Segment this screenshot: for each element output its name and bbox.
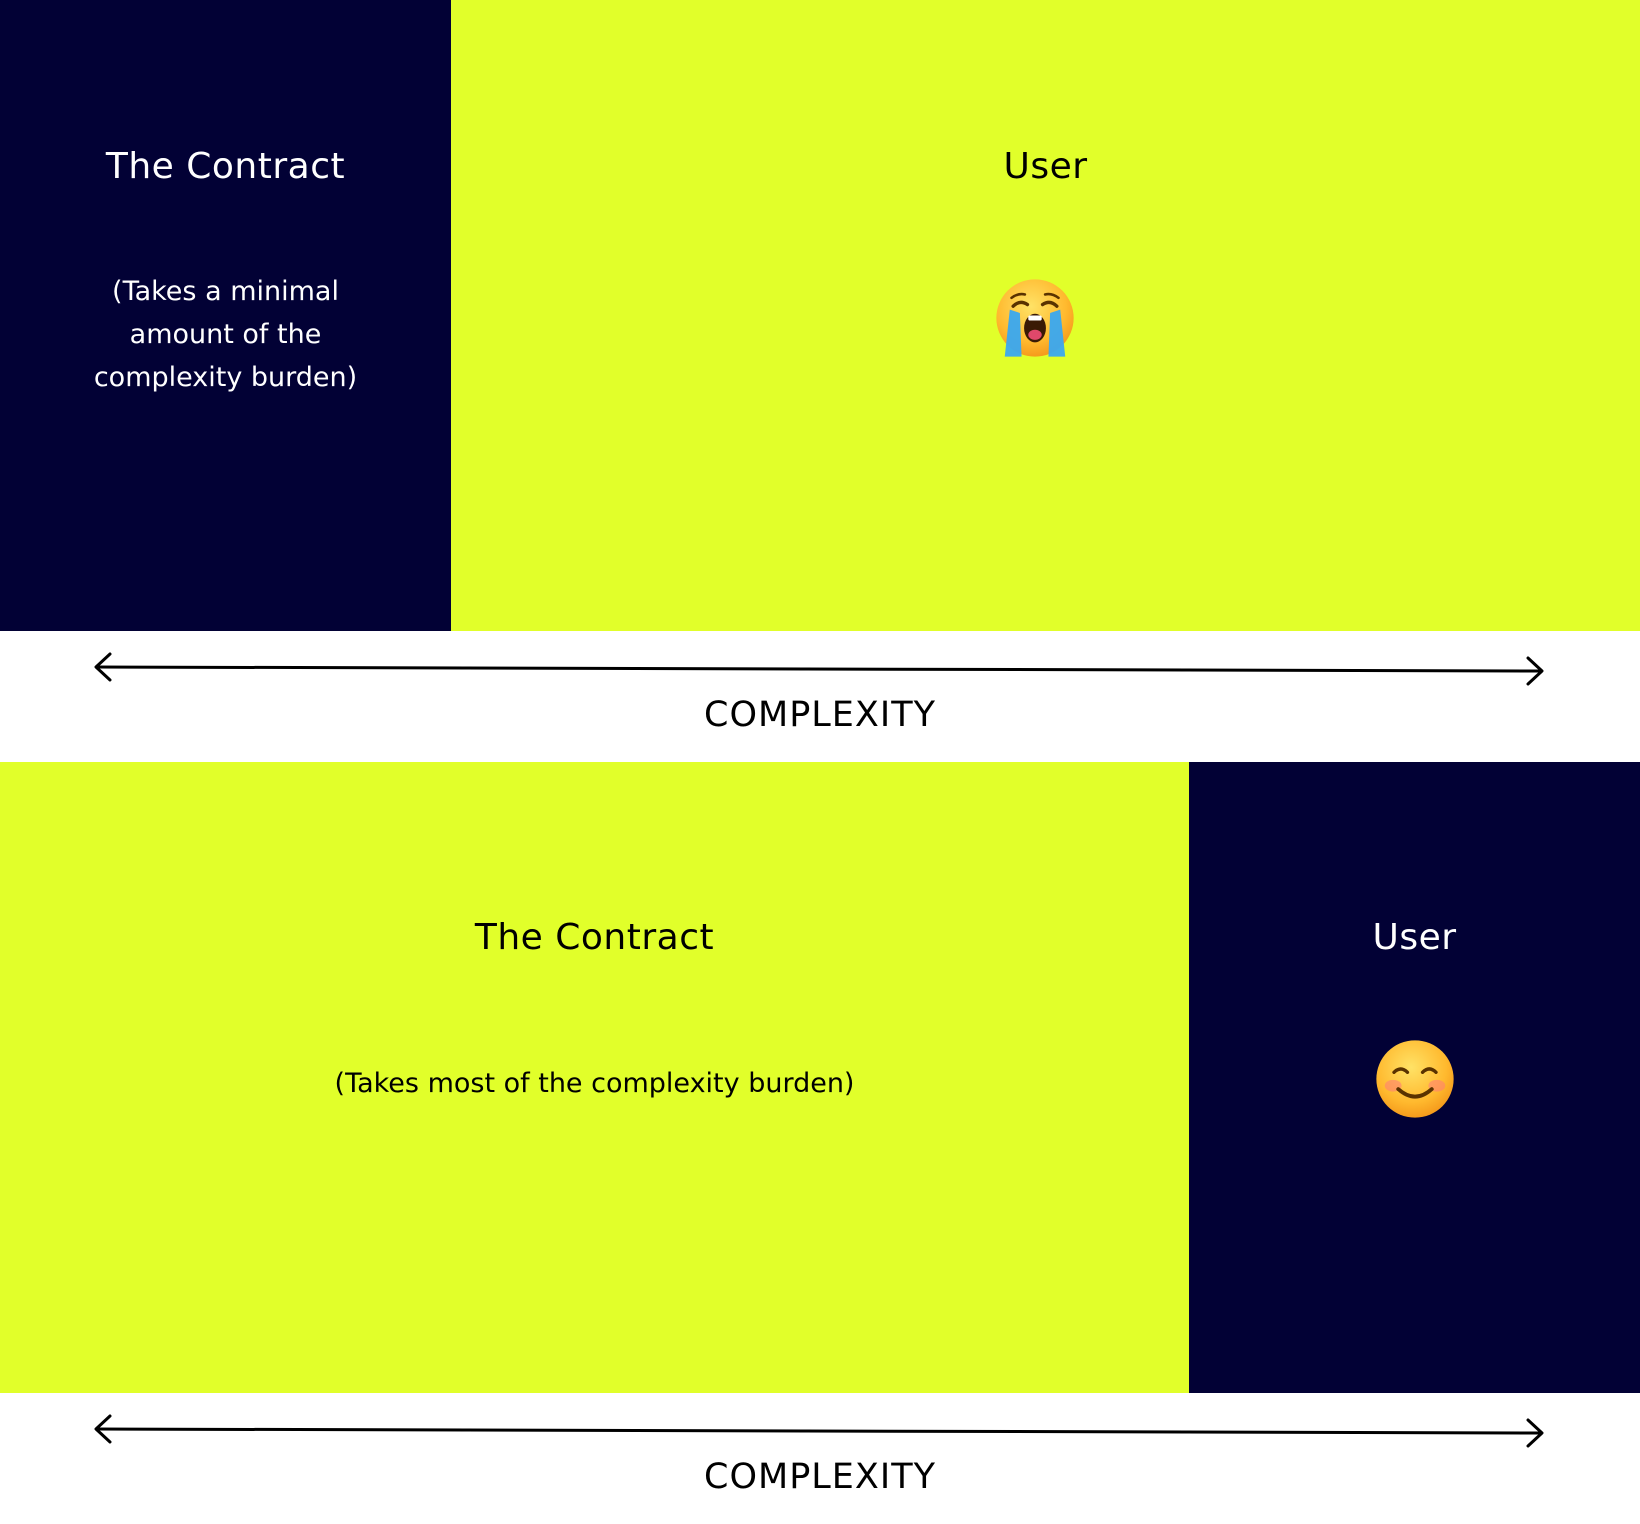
smiling-face-icon [1376,1040,1454,1118]
subtitle-line: (Takes a minimal [112,276,339,307]
bottom-contract-subtitle: (Takes most of the complexity burden) [334,1068,855,1099]
bottom-contract-panel: The Contract (Takes most of the complexi… [0,762,1189,1393]
bottom-complexity-label: COMPLEXITY [704,1457,936,1497]
loudly-crying-face-icon [996,279,1074,357]
top-contract-title: The Contract [105,146,346,187]
top-complexity-arrow [94,652,1544,686]
bottom-user-title: User [1372,917,1457,958]
bottom-complexity-arrow [94,1414,1544,1448]
subtitle-line: complexity burden) [93,362,358,393]
top-contract-subtitle: (Takes a minimal amount of the complexit… [0,270,451,399]
top-user-title: User [1003,146,1088,187]
bottom-contract-title: The Contract [474,917,715,958]
top-contract-panel: The Contract (Takes a minimal amount of … [0,0,451,631]
subtitle-line: amount of the [129,319,322,350]
bottom-user-panel: User [1189,762,1640,1393]
top-complexity-label: COMPLEXITY [704,695,936,735]
top-user-panel: User [451,0,1640,631]
